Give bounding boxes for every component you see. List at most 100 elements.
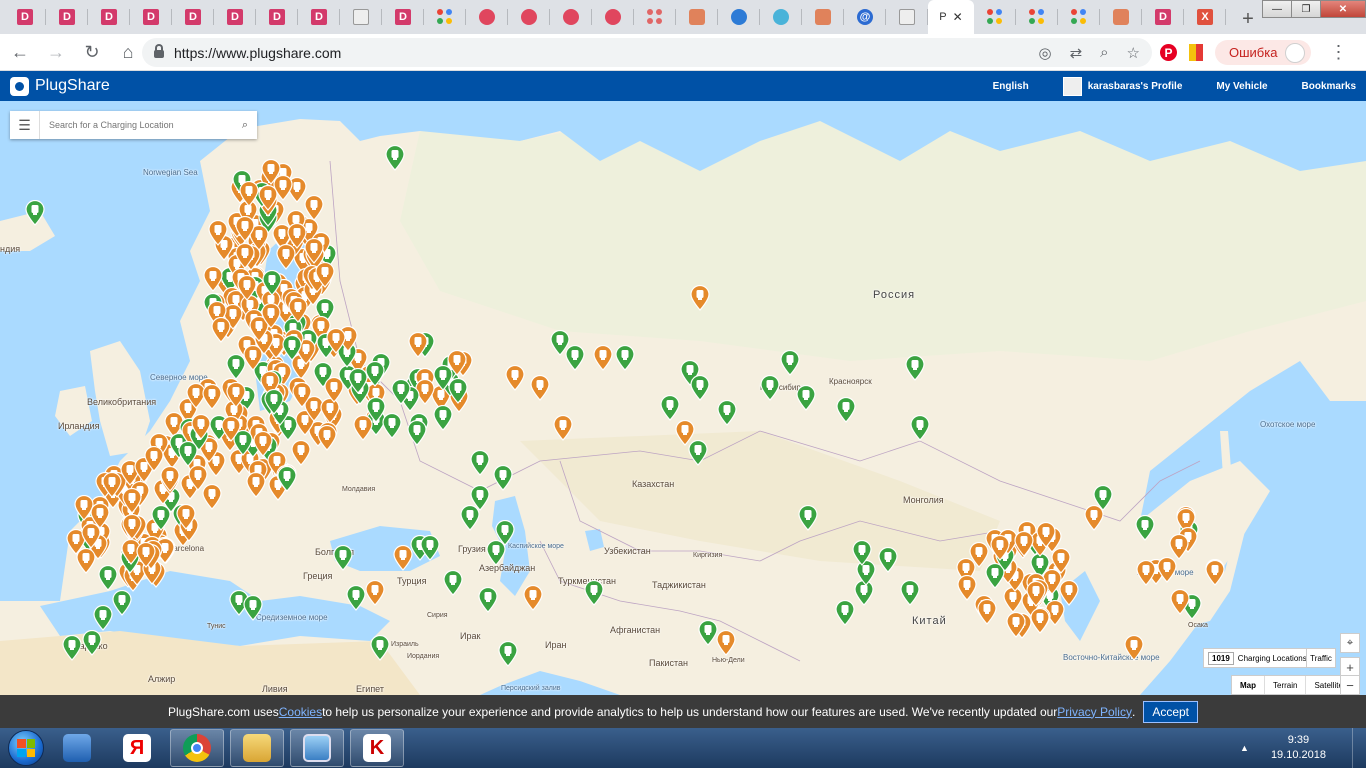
profile-link[interactable]: karasbaras's Profile [1062,76,1182,96]
charging-pin-icon[interactable] [382,412,403,439]
bookmarks-link[interactable]: Bookmarks [1302,81,1356,92]
charging-pin-icon[interactable] [235,216,255,242]
charging-pin-icon[interactable] [292,382,312,409]
charging-pin-icon[interactable] [191,413,211,440]
charging-pin-icon[interactable] [905,355,925,381]
charging-pin-icon[interactable] [304,195,324,222]
charging-pin-icon[interactable] [226,381,246,408]
browser-tab[interactable]: D [172,0,214,34]
charging-pin-icon[interactable] [1036,521,1056,548]
charging-pin-icon[interactable] [990,534,1010,561]
charging-pin-icon[interactable] [261,303,281,330]
map-type-terrain[interactable]: Terrain [1265,676,1307,694]
charging-pin-icon[interactable] [716,630,736,656]
location-icon[interactable]: ◎ [1038,44,1051,62]
charging-pin-icon[interactable] [211,316,231,343]
taskbar-volume[interactable] [50,729,104,767]
charging-pin-icon[interactable] [246,472,266,498]
charging-pin-icon[interactable] [258,185,278,212]
charging-pin-icon[interactable] [1026,580,1046,607]
charging-pin-icon[interactable] [408,331,428,358]
traffic-toggle[interactable]: Traffic [1306,648,1336,668]
browser-tab[interactable] [1100,0,1142,34]
language-link[interactable]: English [993,81,1029,92]
charging-pin-icon[interactable] [277,465,297,492]
charging-pin-icon[interactable] [261,159,281,186]
browser-tab[interactable]: @ [844,0,886,34]
charging-pin-icon[interactable] [690,285,710,311]
browser-tab[interactable]: X [1184,0,1226,34]
browser-tab[interactable] [886,0,928,34]
menu-icon[interactable]: ⋮ [1329,42,1347,63]
location-search-input[interactable] [49,120,233,130]
charging-pin-icon[interactable] [25,200,45,226]
charging-pin-icon[interactable] [910,415,930,441]
taskbar-explorer[interactable] [230,729,284,767]
charging-pin-icon[interactable] [1030,607,1050,634]
charging-pin-icon[interactable] [443,570,463,596]
charging-pin-icon[interactable] [1084,505,1104,531]
charging-pin-icon[interactable] [315,261,335,288]
charging-pin-icon[interactable] [698,620,718,646]
charging-pin-icon[interactable] [460,505,480,531]
charging-pin-icon[interactable] [81,522,101,549]
charging-pin-icon[interactable] [324,376,344,403]
browser-tab[interactable]: D [46,0,88,34]
charging-pin-icon[interactable] [177,441,198,467]
accept-cookies-button[interactable]: Accept [1143,700,1198,723]
charging-pin-icon[interactable] [796,385,816,411]
charging-pin-icon[interactable] [1013,530,1034,557]
charging-pin-icon[interactable] [282,335,302,362]
back-icon[interactable]: ← [4,36,36,68]
charging-pin-icon[interactable] [553,415,573,441]
charging-pin-icon[interactable] [878,547,898,573]
browser-tab[interactable] [340,0,382,34]
charging-pin-icon[interactable] [82,630,102,656]
charging-pin-icon[interactable] [208,220,228,247]
taskbar-photos[interactable] [290,729,344,767]
charging-pin-icon[interactable] [136,542,156,569]
new-tab-button[interactable]: + [1234,5,1262,33]
charging-pin-icon[interactable] [239,180,259,207]
charging-pin-icon[interactable] [365,580,385,606]
search-icon[interactable]: ⌕ [233,119,257,132]
charging-pin-icon[interactable] [615,345,635,371]
charging-pin-icon[interactable] [243,345,263,372]
charging-pin-icon[interactable] [717,400,737,426]
browser-tab[interactable]: D [88,0,130,34]
charging-pin-icon[interactable] [235,243,255,270]
charging-pin-icon[interactable] [448,377,468,404]
charging-pin-icon[interactable] [365,360,385,387]
clock[interactable]: 9:39 19.10.2018 [1271,733,1326,763]
browser-tab[interactable] [802,0,844,34]
start-button[interactable] [8,730,44,766]
privacy-policy-link[interactable]: Privacy Policy [1057,705,1132,719]
charging-pin-icon[interactable] [470,450,490,476]
charging-pin-icon[interactable] [957,574,978,601]
browser-tab[interactable]: D [214,0,256,34]
cookies-link[interactable]: Cookies [279,705,322,719]
browser-tab[interactable]: D [1142,0,1184,34]
translate-icon[interactable]: ⇄ [1070,44,1083,62]
browser-tab[interactable]: D [4,0,46,34]
charging-pin-icon[interactable] [478,587,498,613]
charging-pin-icon[interactable] [122,514,143,541]
charging-pin-icon[interactable] [175,503,196,530]
charging-pin-icon[interactable] [447,350,467,377]
taskbar-yandex[interactable]: Я [110,729,164,767]
charging-pin-icon[interactable] [1205,559,1226,586]
charging-pin-icon[interactable] [253,430,273,457]
charging-pin-icon[interactable] [326,327,346,354]
charging-pin-icon[interactable] [391,379,411,406]
charging-pin-icon[interactable] [151,504,171,531]
browser-tab[interactable]: D [298,0,340,34]
browser-tab[interactable] [592,0,634,34]
charging-pin-icon[interactable] [593,345,613,371]
charging-pin-icon[interactable] [584,580,604,606]
browser-tab[interactable] [1016,0,1058,34]
browser-tab[interactable] [718,0,760,34]
charging-pin-icon[interactable] [333,545,353,571]
plugshare-logo[interactable]: PlugShare [10,76,110,96]
charging-pin-icon[interactable] [221,416,241,443]
map-canvas[interactable]: Norwegian Sea Россия Казахстан Монголия … [0,101,1366,695]
